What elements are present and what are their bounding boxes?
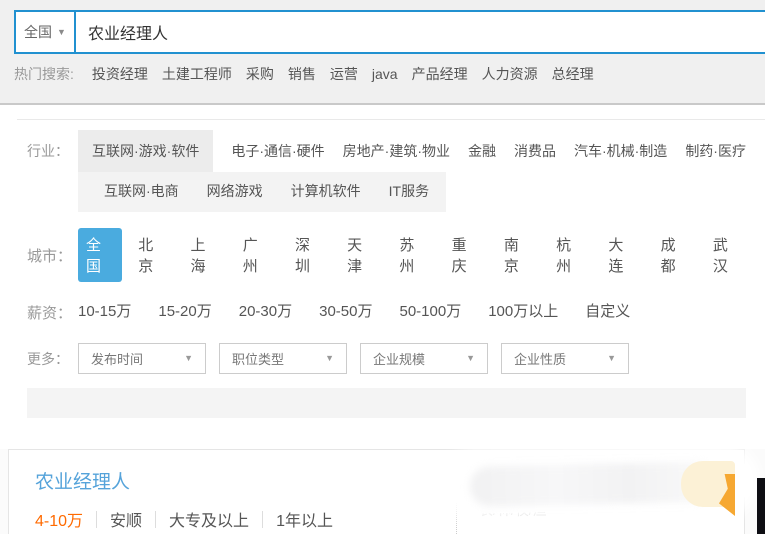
industry-option[interactable]: 金融: [468, 130, 496, 172]
sub-industry-panel: 互联网·电商 网络游戏 计算机软件 IT服务: [78, 172, 446, 212]
city-option[interactable]: 重庆: [452, 234, 480, 276]
sub-industry-option[interactable]: 计算机软件: [291, 181, 361, 201]
salary-option[interactable]: 100万以上: [488, 302, 558, 323]
salary-option[interactable]: 30-50万: [319, 302, 372, 323]
hot-search-row: 热门搜索: 投资经理 土建工程师 采购 销售 运营 java 产品经理 人力资源…: [14, 64, 765, 84]
caret-down-icon: ▼: [325, 354, 334, 363]
hot-keyword[interactable]: 总经理: [552, 64, 594, 84]
city-option[interactable]: 广州: [243, 234, 271, 276]
hot-search-label: 热门搜索:: [14, 64, 74, 84]
industry-filter-row: 行业： 互联网·游戏·软件 电子·通信·硬件 房地产·建筑·物业 金融 消费品 …: [0, 130, 765, 172]
sub-industry-option[interactable]: IT服务: [389, 181, 429, 201]
sub-industry-option[interactable]: 互联网·电商: [104, 181, 179, 201]
edge-image-fragment: [757, 478, 765, 534]
hot-keyword[interactable]: 采购: [246, 64, 274, 84]
dropdown-value: 发布时间: [91, 349, 143, 368]
industry-option-selected[interactable]: 互联网·游戏·软件: [78, 130, 213, 172]
city-label: 城市：: [27, 245, 78, 266]
hot-keyword[interactable]: 运营: [330, 64, 358, 84]
city-option[interactable]: 深圳: [295, 234, 323, 276]
hot-keyword[interactable]: 投资经理: [92, 64, 148, 84]
job-city: 安顺: [110, 507, 142, 531]
industry-option[interactable]: 房地产·建筑·物业: [343, 130, 450, 172]
job-experience: 1年以上: [276, 507, 333, 531]
city-option[interactable]: 苏州: [399, 234, 427, 276]
divider: [155, 511, 156, 528]
industry-label: 行业：: [27, 141, 78, 161]
hot-keyword[interactable]: 土建工程师: [162, 64, 232, 84]
divider: [17, 119, 765, 120]
industry-option[interactable]: 制药·医疗: [685, 130, 746, 172]
city-option[interactable]: 大连: [608, 234, 636, 276]
salary-option[interactable]: 20-30万: [239, 302, 292, 323]
salary-filter-row: 薪资： 10-15万 15-20万 20-30万 30-50万 50-100万 …: [0, 302, 765, 323]
region-label: 全国: [24, 22, 52, 42]
region-dropdown[interactable]: 全国 ▼: [16, 12, 76, 52]
company-size-dropdown[interactable]: 企业规模 ▼: [360, 343, 488, 374]
job-salary: 4-10万: [35, 507, 83, 531]
hot-keyword[interactable]: 产品经理: [412, 64, 468, 84]
caret-down-icon: ▼: [607, 354, 616, 363]
caret-down-icon: ▼: [184, 354, 193, 363]
dropdown-value: 企业规模: [373, 349, 425, 368]
dropdown-value: 职位类型: [232, 349, 284, 368]
job-education: 大专及以上: [169, 507, 249, 531]
industry-options: 互联网·游戏·软件 电子·通信·硬件 房地产·建筑·物业 金融 消费品 汽车·机…: [78, 130, 764, 172]
hot-keyword[interactable]: java: [372, 66, 398, 82]
divider: [96, 511, 97, 528]
publish-time-dropdown[interactable]: 发布时间 ▼: [78, 343, 206, 374]
job-type-dropdown[interactable]: 职位类型 ▼: [219, 343, 347, 374]
city-option[interactable]: 上海: [190, 234, 218, 276]
job-title-link[interactable]: 农业经理人: [35, 467, 130, 494]
search-box: 全国 ▼: [14, 10, 765, 54]
company-nature-dropdown[interactable]: 企业性质 ▼: [501, 343, 629, 374]
city-option[interactable]: 天津: [347, 234, 375, 276]
salary-option[interactable]: 50-100万: [400, 302, 462, 323]
divider: [262, 511, 263, 528]
industry-option[interactable]: 电子·通信·硬件: [231, 130, 324, 172]
dropdown-value: 企业性质: [514, 349, 566, 368]
search-input[interactable]: [76, 12, 765, 52]
hot-keyword[interactable]: 销售: [288, 64, 316, 84]
salary-label: 薪资：: [27, 302, 78, 323]
page: 全国 ▼ 热门搜索: 投资经理 土建工程师 采购 销售 运营 java 产品经理…: [0, 0, 765, 534]
salary-option[interactable]: 15-20万: [158, 302, 211, 323]
more-filter-row: 更多： 发布时间 ▼ 职位类型 ▼ 企业规模 ▼ 企业性质 ▼: [0, 343, 765, 374]
caret-down-icon: ▼: [466, 354, 475, 363]
industry-option[interactable]: 汽车·机械·制造: [574, 130, 667, 172]
city-option[interactable]: 南京: [504, 234, 532, 276]
empty-filter-band: [27, 388, 746, 418]
salary-option[interactable]: 10-15万: [78, 302, 131, 323]
filter-panel: 行业： 互联网·游戏·软件 电子·通信·硬件 房地产·建筑·物业 金融 消费品 …: [0, 119, 765, 426]
city-option[interactable]: 武汉: [713, 234, 741, 276]
salary-option[interactable]: 自定义: [585, 302, 630, 323]
city-filter-row: 城市： 全国 北京 上海 广州 深圳 天津 苏州 重庆 南京 杭州 大连 成都 …: [0, 228, 765, 282]
results-section: 农业经理人 4-10万 安顺 大专及以上 1年以上 2019-04-16 投递后…: [0, 449, 765, 534]
industry-option[interactable]: 消费品: [514, 130, 556, 172]
city-option[interactable]: 北京: [138, 234, 166, 276]
city-option[interactable]: 成都: [661, 234, 689, 276]
city-option[interactable]: 杭州: [556, 234, 584, 276]
more-label: 更多：: [27, 349, 78, 369]
search-header: 全国 ▼ 热门搜索: 投资经理 土建工程师 采购 销售 运营 java 产品经理…: [0, 0, 765, 105]
hot-keyword[interactable]: 人力资源: [482, 64, 538, 84]
sub-industry-option[interactable]: 网络游戏: [207, 181, 263, 201]
caret-down-icon: ▼: [57, 28, 66, 37]
city-option-selected[interactable]: 全国: [78, 228, 122, 282]
